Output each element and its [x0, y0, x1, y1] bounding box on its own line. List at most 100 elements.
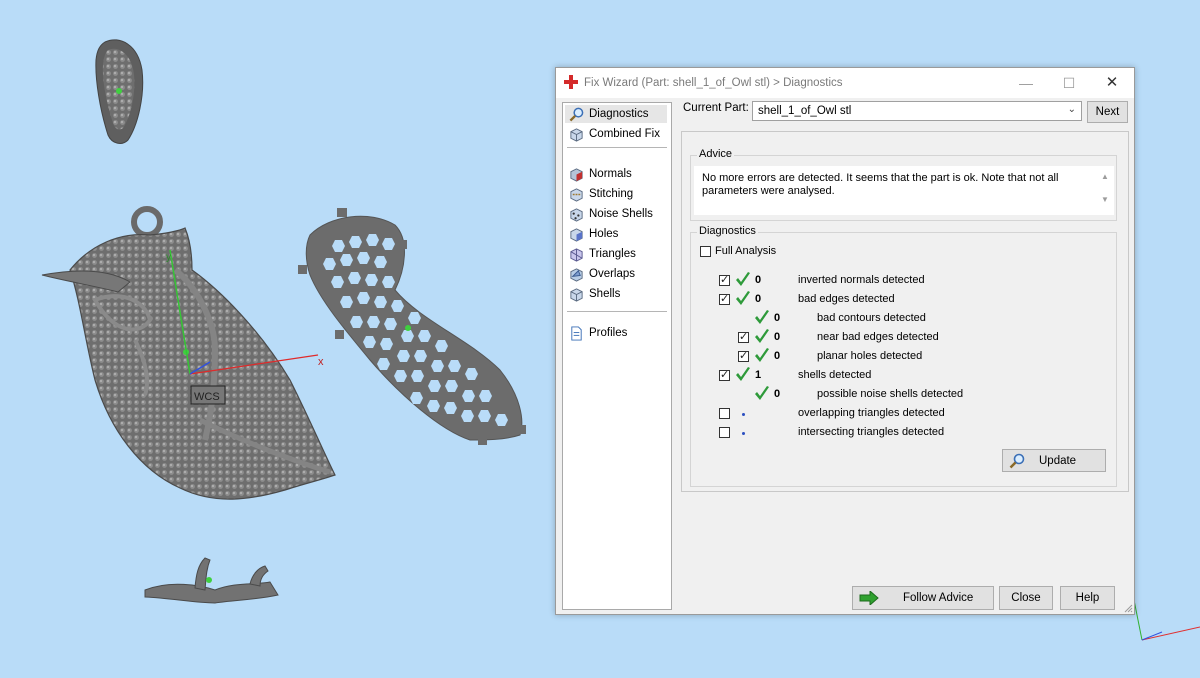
- current-part-value: shell_1_of_Owl stl: [758, 105, 852, 117]
- wizard-sidebar: Diagnostics Combined Fix Normals Stitchi…: [562, 102, 672, 610]
- window-title: Fix Wizard (Part: shell_1_of_Owl stl) > …: [584, 77, 843, 89]
- help-button[interactable]: Help: [1060, 586, 1115, 610]
- close-button[interactable]: Close: [999, 586, 1053, 610]
- cube-fix-icon: [570, 127, 583, 142]
- sidebar-item-noise-shells[interactable]: Noise Shells: [565, 205, 667, 223]
- diagnostic-checkbox[interactable]: [738, 349, 749, 362]
- update-label: Update: [1039, 454, 1077, 467]
- stitching-icon: [570, 187, 583, 202]
- red-cross-icon: [564, 75, 578, 89]
- diagnostics-panel: Advice No more errors are detected. It s…: [681, 131, 1129, 492]
- sidebar-divider: [567, 147, 667, 148]
- green-check-icon: [755, 386, 769, 400]
- diagnostic-label: inverted normals detected: [798, 274, 925, 286]
- update-button[interactable]: Update: [1002, 449, 1106, 472]
- green-check-icon: [736, 272, 750, 286]
- triangles-icon: [570, 247, 583, 262]
- diagnostic-count: 0: [774, 312, 781, 324]
- sidebar-item-overlaps[interactable]: Overlaps: [565, 265, 667, 283]
- diagnostics-group: Diagnostics Full Analysis 0 inverted norm…: [690, 225, 1117, 487]
- follow-advice-label: Follow Advice: [903, 592, 974, 604]
- sidebar-item-label: Normals: [589, 168, 632, 180]
- sidebar-item-label: Noise Shells: [589, 208, 653, 220]
- branch-part[interactable]: [144, 557, 279, 604]
- owl-pendant-part[interactable]: y x WCS: [41, 206, 336, 500]
- diagnostic-label: overlapping triangles detected: [798, 407, 945, 419]
- close-window-button[interactable]: ✕: [1097, 72, 1127, 94]
- chevron-down-icon: ⌄: [1067, 104, 1076, 115]
- magnifier-icon: [569, 107, 584, 121]
- green-check-icon: [736, 367, 750, 381]
- advice-scrollbar[interactable]: ▲ ▼: [1098, 168, 1112, 213]
- sidebar-item-diagnostics[interactable]: Diagnostics: [565, 105, 667, 123]
- advice-text: No more errors are detected. It seems th…: [702, 172, 1059, 197]
- diagnostic-count: 0: [774, 331, 781, 343]
- diagnostic-label: intersecting triangles detected: [798, 426, 945, 438]
- diagnostic-count: 0: [774, 388, 781, 400]
- diagnostic-label: near bad edges detected: [817, 331, 939, 343]
- diagnostic-count: 0: [755, 293, 762, 305]
- diagnostic-count: 1: [755, 369, 762, 381]
- holes-icon: [570, 227, 583, 242]
- scroll-up-icon[interactable]: ▲: [1098, 172, 1112, 181]
- diagnostic-checkbox[interactable]: [719, 408, 730, 419]
- diagnostic-label: bad contours detected: [817, 312, 926, 324]
- sidebar-item-normals[interactable]: Normals: [565, 165, 667, 183]
- diagnostics-title: Diagnostics: [697, 225, 758, 237]
- axis-x-label: x: [318, 356, 324, 368]
- advice-textbox[interactable]: No more errors are detected. It seems th…: [694, 166, 1114, 215]
- perforated-plate-part[interactable]: [298, 208, 526, 445]
- sidebar-item-profiles[interactable]: Profiles: [565, 324, 667, 342]
- green-check-icon: [755, 329, 769, 343]
- full-analysis-checkbox[interactable]: [700, 246, 711, 257]
- normals-cube-icon: [570, 167, 583, 182]
- magnifier-icon: [1009, 453, 1025, 468]
- sidebar-item-label: Shells: [589, 288, 621, 300]
- follow-advice-button[interactable]: Follow Advice: [852, 586, 994, 610]
- shells-icon: [570, 287, 583, 302]
- sidebar-item-label: Overlaps: [589, 268, 636, 280]
- diagnostic-count: 0: [755, 274, 762, 286]
- diagnostic-checkbox[interactable]: [738, 330, 749, 343]
- current-part-select[interactable]: shell_1_of_Owl stl ⌄: [752, 101, 1082, 121]
- sidebar-item-label: Holes: [589, 228, 619, 240]
- not-analysed-dot-icon: [742, 432, 745, 435]
- sidebar-item-holes[interactable]: Holes: [565, 225, 667, 243]
- diagnostic-checkbox[interactable]: [719, 292, 730, 305]
- maximize-button[interactable]: ☐: [1054, 72, 1084, 94]
- sidebar-divider: [567, 311, 667, 312]
- advice-title: Advice: [697, 148, 735, 160]
- sidebar-item-label: Profiles: [589, 327, 628, 339]
- diagnostic-label: planar holes detected: [817, 350, 923, 362]
- sidebar-item-label: Triangles: [589, 248, 636, 260]
- drop-pendant-part[interactable]: [95, 39, 144, 144]
- advice-group: Advice No more errors are detected. It s…: [690, 148, 1117, 221]
- green-check-icon: [755, 348, 769, 362]
- diagnostic-count: 0: [774, 350, 781, 362]
- diagnostic-checkbox[interactable]: [719, 427, 730, 438]
- diagnostic-label: possible noise shells detected: [817, 388, 964, 400]
- axis-y-label: y: [166, 252, 171, 263]
- sidebar-item-triangles[interactable]: Triangles: [565, 245, 667, 263]
- scroll-down-icon[interactable]: ▼: [1098, 195, 1112, 204]
- fix-wizard-dialog: Fix Wizard (Part: shell_1_of_Owl stl) > …: [555, 67, 1135, 615]
- overlaps-icon: [570, 267, 583, 282]
- sidebar-item-label: Diagnostics: [589, 108, 649, 120]
- not-analysed-dot-icon: [742, 413, 745, 416]
- green-arrow-icon: [859, 591, 879, 605]
- title-bar[interactable]: Fix Wizard (Part: shell_1_of_Owl stl) > …: [556, 68, 1134, 98]
- sidebar-item-stitching[interactable]: Stitching: [565, 185, 667, 203]
- noise-shells-icon: [570, 207, 583, 222]
- full-analysis-label: Full Analysis: [715, 245, 777, 257]
- sidebar-item-combined-fix[interactable]: Combined Fix: [565, 125, 667, 143]
- diagnostic-label: bad edges detected: [798, 293, 895, 305]
- current-part-label: Current Part:: [683, 102, 749, 114]
- sidebar-item-shells[interactable]: Shells: [565, 285, 667, 303]
- next-button[interactable]: Next: [1087, 101, 1128, 123]
- sidebar-item-label: Stitching: [589, 188, 634, 200]
- green-check-icon: [736, 291, 750, 305]
- diagnostic-checkbox[interactable]: [719, 273, 730, 286]
- resize-grip-icon[interactable]: [1123, 603, 1133, 613]
- diagnostic-checkbox[interactable]: [719, 368, 730, 381]
- minimize-button[interactable]: —: [1011, 72, 1041, 94]
